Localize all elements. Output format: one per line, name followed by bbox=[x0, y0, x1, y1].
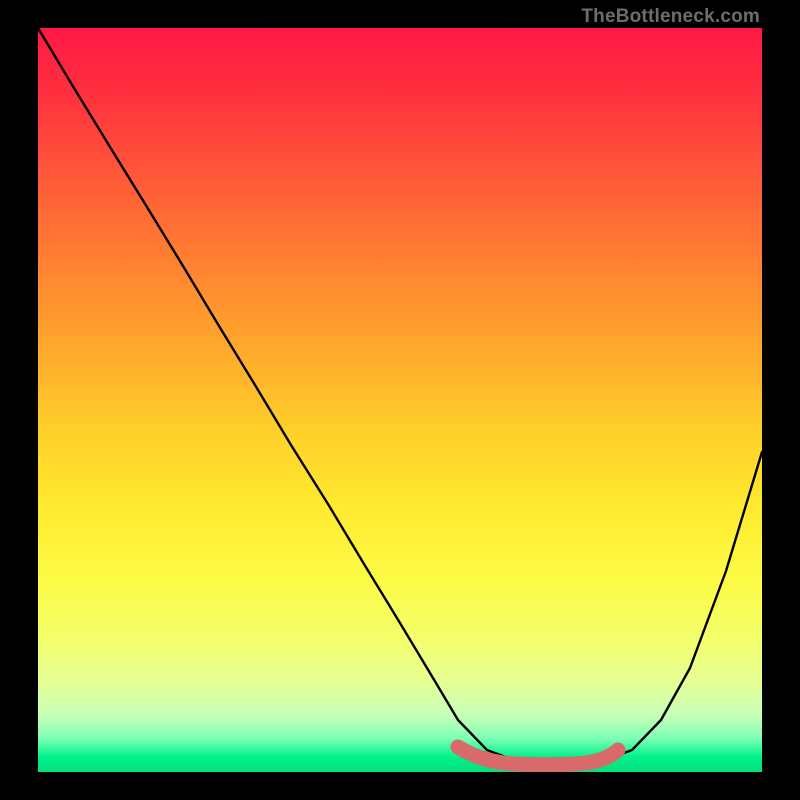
chart-container: TheBottleneck.com bbox=[0, 0, 800, 800]
optimal-zone-marker bbox=[458, 747, 618, 765]
bottleneck-curve bbox=[38, 28, 762, 762]
curve-layer bbox=[38, 28, 762, 772]
plot-area bbox=[38, 28, 762, 772]
watermark-text: TheBottleneck.com bbox=[581, 6, 760, 28]
